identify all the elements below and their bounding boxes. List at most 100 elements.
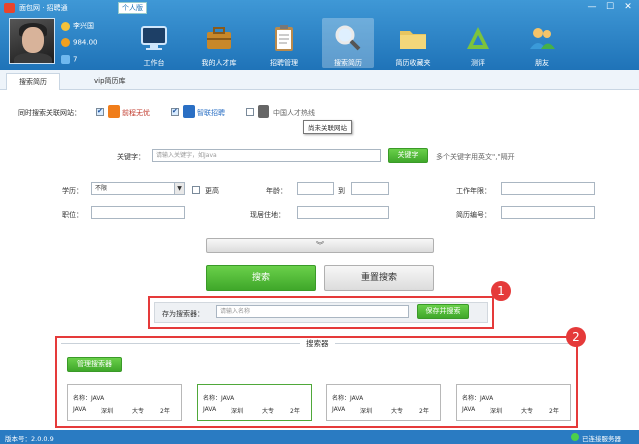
keyword-hint: 多个关键字用英文","隔开 <box>436 153 515 161</box>
resume-no-label: 简历编号： <box>456 211 491 219</box>
app-logo-icon <box>4 3 15 13</box>
connection-status: 已连接服务器 <box>582 435 621 443</box>
card-years: 2年 <box>549 408 559 415</box>
site-cjol-label[interactable]: 中国人才热线 <box>273 108 315 118</box>
searcher-name-input[interactable]: 请输入名称 <box>216 305 409 318</box>
zhaopin-logo-icon <box>183 105 195 118</box>
searcher-section-title: 搜索器 <box>300 338 335 349</box>
nav-talent-pool[interactable]: 我的人才库 <box>193 18 245 68</box>
card-skill: JAVA <box>203 406 217 413</box>
nav-label: 搜索简历 <box>334 59 362 67</box>
site-cjol-checkbox[interactable] <box>246 108 254 116</box>
version-text: 版本号：2.0.0.9 <box>5 435 54 443</box>
message-icon <box>61 55 70 64</box>
experience-input[interactable] <box>501 182 595 195</box>
expand-toggle[interactable]: ︾ <box>206 238 434 253</box>
site-51job-checkbox[interactable] <box>96 107 104 116</box>
card-years: 2年 <box>419 408 429 415</box>
card-edu: 大专 <box>521 408 534 415</box>
searcher-card[interactable]: 名称：JAVA JAVA 深圳 大专 2年 <box>326 384 441 421</box>
keyword-input[interactable]: 请输入关键字，如Java <box>152 149 381 162</box>
save-searcher-label: 存为搜索器： <box>162 310 204 318</box>
user-name-row: 李兴国 <box>61 21 94 31</box>
nav-search-resume[interactable]: 搜索简历 <box>322 18 374 68</box>
card-city: 深圳 <box>231 408 244 415</box>
nav-friends[interactable]: 朋友 <box>516 18 568 68</box>
user-icon <box>61 21 70 31</box>
manage-searchers-button[interactable]: 管理搜索器 <box>67 357 122 372</box>
monitor-icon <box>141 26 167 50</box>
education-select[interactable]: 不限 <box>91 182 185 195</box>
card-skill: JAVA <box>462 406 476 413</box>
location-input[interactable] <box>297 206 389 219</box>
position-input[interactable] <box>91 206 185 219</box>
card-name: 名称：JAVA <box>203 395 235 402</box>
maximize-button[interactable]: ☐ <box>602 1 618 13</box>
tab-search-resume[interactable]: 搜索简历 <box>6 73 60 90</box>
age-from-input[interactable] <box>297 182 334 195</box>
minimize-button[interactable]: — <box>584 1 600 13</box>
role-badge[interactable]: 个人版 <box>118 2 147 14</box>
nav-assessment[interactable]: 测评 <box>452 18 504 68</box>
card-city: 深圳 <box>360 408 373 415</box>
site-zhaopin-label[interactable]: 智联招聘 <box>197 108 225 118</box>
card-years: 2年 <box>160 408 170 415</box>
annotation-marker-1: 1 <box>491 281 511 301</box>
app-title: 面包网 · 招聘通 <box>19 4 68 12</box>
nav-label: 工作台 <box>143 59 165 67</box>
connected-icon <box>571 433 579 441</box>
status-bar: 版本号：2.0.0.9 已连接服务器 <box>0 430 639 444</box>
nav-label: 测评 <box>471 59 485 67</box>
searcher-card[interactable]: 名称：JAVA JAVA 深圳 大专 2年 <box>456 384 571 421</box>
card-edu: 大专 <box>262 408 275 415</box>
chevron-down-icon[interactable]: ▼ <box>174 183 184 194</box>
user-count: 7 <box>73 55 78 64</box>
resume-no-input[interactable] <box>501 206 595 219</box>
site-zhaopin-checkbox[interactable] <box>171 107 179 116</box>
card-city: 深圳 <box>490 408 503 415</box>
user-name: 李兴国 <box>73 22 94 30</box>
card-city: 深圳 <box>101 408 114 415</box>
avatar[interactable] <box>9 18 55 64</box>
education-value: 不限 <box>95 185 108 192</box>
tab-vip-resume[interactable]: vip简历库 <box>82 73 138 90</box>
reset-search-button[interactable]: 重置搜索 <box>324 265 434 291</box>
keyword-label: 关键字： <box>117 153 145 161</box>
search-button[interactable]: 搜索 <box>206 265 316 291</box>
close-button[interactable]: ✕ <box>620 1 636 13</box>
user-count-row: 7 <box>61 55 77 64</box>
keyword-button[interactable]: 关键字 <box>388 148 428 163</box>
cjol-logo-icon <box>258 105 269 118</box>
card-name: 名称：JAVA <box>462 395 494 402</box>
card-name: 名称：JAVA <box>332 395 364 402</box>
nav-resume-favorites[interactable]: 简历收藏夹 <box>387 18 439 68</box>
51job-logo-icon <box>108 105 120 118</box>
searcher-card[interactable]: 名称：JAVA JAVA 深圳 大专 2年 <box>67 384 182 421</box>
clipboard-icon <box>275 25 293 51</box>
nav-recruit-manage[interactable]: 招聘管理 <box>258 18 310 68</box>
ruler-icon <box>467 27 489 49</box>
nav-label: 我的人才库 <box>201 59 237 67</box>
education-above-checkbox[interactable] <box>192 186 200 194</box>
card-name: 名称：JAVA <box>73 395 105 402</box>
save-and-search-button[interactable]: 保存并搜索 <box>417 304 469 319</box>
location-label: 现居住地： <box>250 211 285 219</box>
age-to-input[interactable] <box>351 182 389 195</box>
user-coins: 984.00 <box>73 38 98 47</box>
card-edu: 大专 <box>391 408 404 415</box>
nav-label: 招聘管理 <box>270 59 298 67</box>
linked-sites-label: 同时搜索关联网站： <box>18 109 81 117</box>
magnifier-icon <box>335 25 361 51</box>
double-chevron-down-icon: ︾ <box>316 241 324 250</box>
education-label: 学历： <box>62 187 83 195</box>
site-51job-label[interactable]: 前程无忧 <box>122 108 150 118</box>
position-label: 职位： <box>62 211 83 219</box>
card-skill: JAVA <box>73 406 87 413</box>
user-coins-row: 984.00 <box>61 38 98 47</box>
education-above-label: 更高 <box>205 187 219 195</box>
card-skill: JAVA <box>332 406 346 413</box>
folder-icon <box>400 31 426 49</box>
nav-label: 朋友 <box>535 59 549 67</box>
searcher-card[interactable]: 名称：JAVA JAVA 深圳 大专 2年 <box>197 384 312 421</box>
nav-workbench[interactable]: 工作台 <box>128 18 180 68</box>
